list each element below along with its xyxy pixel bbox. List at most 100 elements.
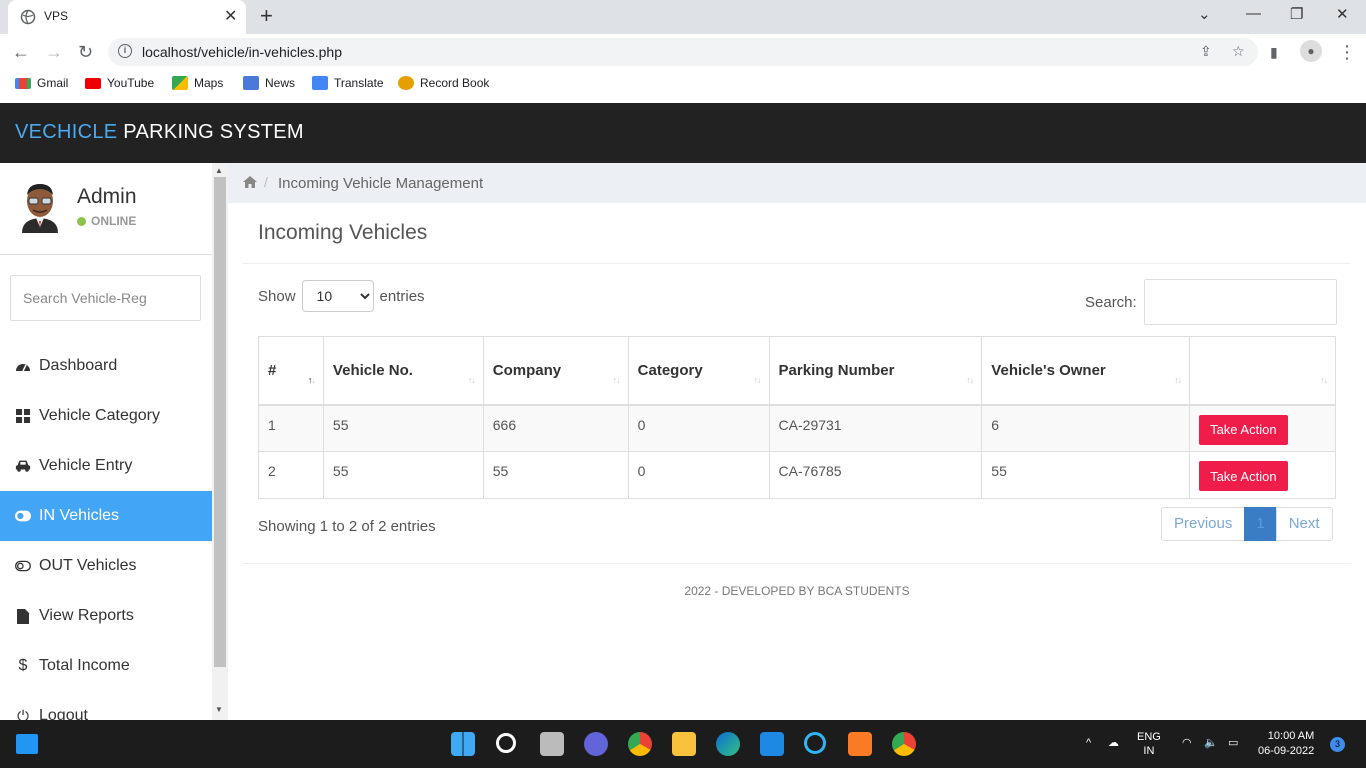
browser-tab[interactable]: VPS ✕	[8, 0, 246, 34]
pagination-previous[interactable]: Previous	[1161, 507, 1246, 541]
share-icon[interactable]: ⇪	[1200, 43, 1212, 60]
bookmark-star-icon[interactable]: ☆	[1232, 43, 1245, 60]
edge-icon[interactable]	[716, 732, 740, 756]
new-tab-icon[interactable]: +	[260, 3, 273, 29]
column-header-index[interactable]: # ↑↓	[258, 336, 324, 406]
taskbar: ^ ☁ ENG IN ◠ 🔈 ▭ 10:00 AM 06-09-2022 3	[0, 720, 1366, 768]
pagination-page-1[interactable]: 1	[1244, 507, 1277, 541]
search-icon[interactable]	[496, 733, 516, 753]
volume-icon[interactable]: 🔈	[1204, 736, 1218, 750]
table-info: Showing 1 to 2 of 2 entries	[258, 518, 436, 535]
column-header-vehicle-no[interactable]: Vehicle No. ↑↓	[322, 336, 484, 406]
chrome-icon[interactable]	[628, 732, 652, 756]
sort-icon: ↑↓	[1174, 375, 1182, 385]
start-icon[interactable]	[451, 732, 475, 756]
widgets-icon[interactable]	[16, 734, 38, 754]
sort-icon: ↑↓	[966, 375, 974, 385]
table-search-input[interactable]	[1143, 279, 1337, 325]
cell-parking-number: CA-76785	[768, 451, 983, 499]
breadcrumb-current: Incoming Vehicle Management	[278, 175, 484, 192]
bookmark-news[interactable]: News	[243, 76, 295, 90]
wifi-icon[interactable]: ◠	[1182, 736, 1192, 750]
sidebar-item-dashboard[interactable]: Dashboard	[0, 341, 212, 391]
maximize-icon[interactable]: ❐	[1290, 5, 1303, 23]
sidebar-item-view-reports[interactable]: View Reports	[0, 591, 212, 641]
forward-icon[interactable]: →	[45, 42, 63, 63]
sidebar-item-vehicle-entry[interactable]: Vehicle Entry	[0, 441, 212, 491]
mail-icon[interactable]	[760, 732, 784, 756]
cell-company: 55	[482, 451, 629, 499]
info-icon[interactable]: i	[118, 44, 132, 58]
cell-vehicle-no: 55	[322, 451, 484, 499]
take-action-button[interactable]: Take Action	[1199, 461, 1288, 491]
cell-owner: 55	[981, 451, 1191, 499]
xampp-icon[interactable]	[848, 732, 872, 756]
page-title: Incoming Vehicles	[258, 221, 428, 244]
reload-icon[interactable]: ↻	[78, 42, 93, 63]
bookmark-gmail[interactable]: Gmail	[15, 76, 68, 90]
bookmark-translate[interactable]: Translate	[312, 76, 384, 90]
battery-icon[interactable]: ▭	[1228, 736, 1238, 750]
scrollbar-thumb[interactable]	[214, 177, 226, 667]
profile-icon[interactable]: ●	[1300, 40, 1322, 62]
close-window-icon[interactable]: ✕	[1336, 5, 1349, 23]
chevron-down-icon[interactable]: ⌄	[1198, 5, 1211, 23]
sort-icon: ↑↓	[753, 375, 762, 385]
scroll-up-icon[interactable]: ▲	[215, 166, 223, 175]
notification-badge[interactable]: 3	[1330, 737, 1345, 752]
gmail-icon	[15, 77, 31, 89]
clock[interactable]: 10:00 AM 06-09-2022	[1258, 729, 1314, 759]
divider	[243, 263, 1351, 264]
sidebar-item-logout[interactable]: ⏻ Logout	[0, 691, 212, 720]
brand-title[interactable]: VECHICLE PARKING SYSTEM	[15, 121, 304, 144]
chat-icon[interactable]	[584, 732, 608, 756]
bookmark-record-book[interactable]: Record Book	[398, 76, 489, 90]
app-header: VECHICLE PARKING SYSTEM	[0, 103, 1366, 163]
sidebar-item-in-vehicles[interactable]: IN Vehicles	[0, 491, 212, 541]
column-header-parking-number[interactable]: Parking Number ↑↓	[768, 336, 983, 406]
bookmark-youtube[interactable]: YouTube	[85, 76, 154, 90]
column-header-company[interactable]: Company ↑↓	[482, 336, 629, 406]
back-icon[interactable]: ←	[12, 42, 30, 63]
maps-icon	[172, 76, 188, 90]
sidebar-item-total-income[interactable]: $ Total Income	[0, 641, 212, 691]
url-bar[interactable]: i localhost/vehicle/in-vehicles.php ⇪ ☆	[108, 38, 1258, 66]
sidebar-item-vehicle-category[interactable]: Vehicle Category	[0, 391, 212, 441]
bookmark-maps[interactable]: Maps	[172, 76, 223, 90]
cortana-icon[interactable]	[804, 732, 826, 754]
weather-icon[interactable]: ☁	[1108, 736, 1119, 750]
divider	[243, 563, 1351, 564]
dollar-icon: $	[18, 657, 28, 674]
scroll-down-icon[interactable]: ▼	[215, 705, 223, 714]
translate-icon	[312, 76, 328, 90]
record-book-icon	[398, 76, 414, 90]
breadcrumb-separator: /	[264, 174, 268, 190]
home-icon[interactable]	[243, 175, 257, 191]
column-header-action[interactable]: ↑↓	[1189, 336, 1336, 406]
chrome-active-icon[interactable]	[892, 732, 916, 756]
browser-tab-bar: VPS ✕ + ⌄ — ❐ ✕	[0, 0, 1366, 34]
column-header-vehicle-owner[interactable]: Vehicle's Owner ↑↓	[981, 336, 1191, 406]
file-explorer-icon[interactable]	[672, 732, 696, 756]
sidebar-item-out-vehicles[interactable]: OUT Vehicles	[0, 541, 212, 591]
menu-dots-icon[interactable]: ⋮	[1338, 42, 1356, 63]
cell-action: Take Action	[1189, 451, 1336, 499]
column-header-category[interactable]: Category ↑↓	[627, 336, 770, 406]
sidebar-scrollbar[interactable]: ▲ ▼	[212, 163, 228, 720]
address-bar-row: ← → ↻ i localhost/vehicle/in-vehicles.ph…	[0, 34, 1366, 70]
language-indicator[interactable]: ENG IN	[1137, 730, 1161, 758]
file-icon	[15, 608, 31, 624]
minimize-icon[interactable]: —	[1246, 5, 1261, 22]
cell-parking-number: CA-29731	[768, 404, 983, 452]
vehicle-search-input[interactable]	[10, 275, 201, 321]
url-text: localhost/vehicle/in-vehicles.php	[142, 44, 342, 60]
pagination-next[interactable]: Next	[1275, 507, 1333, 541]
breadcrumb: / Incoming Vehicle Management	[228, 163, 1366, 203]
task-view-icon[interactable]	[540, 732, 564, 756]
table-row: 1 55 666 0 CA-29731 6 Take Action	[258, 404, 1336, 452]
chevron-up-icon[interactable]: ^	[1086, 736, 1091, 750]
entries-per-page-select[interactable]: 10	[301, 280, 374, 312]
take-action-button[interactable]: Take Action	[1199, 414, 1288, 445]
sidepanel-icon[interactable]: ▮	[1270, 44, 1278, 61]
close-tab-icon[interactable]: ✕	[224, 6, 237, 26]
